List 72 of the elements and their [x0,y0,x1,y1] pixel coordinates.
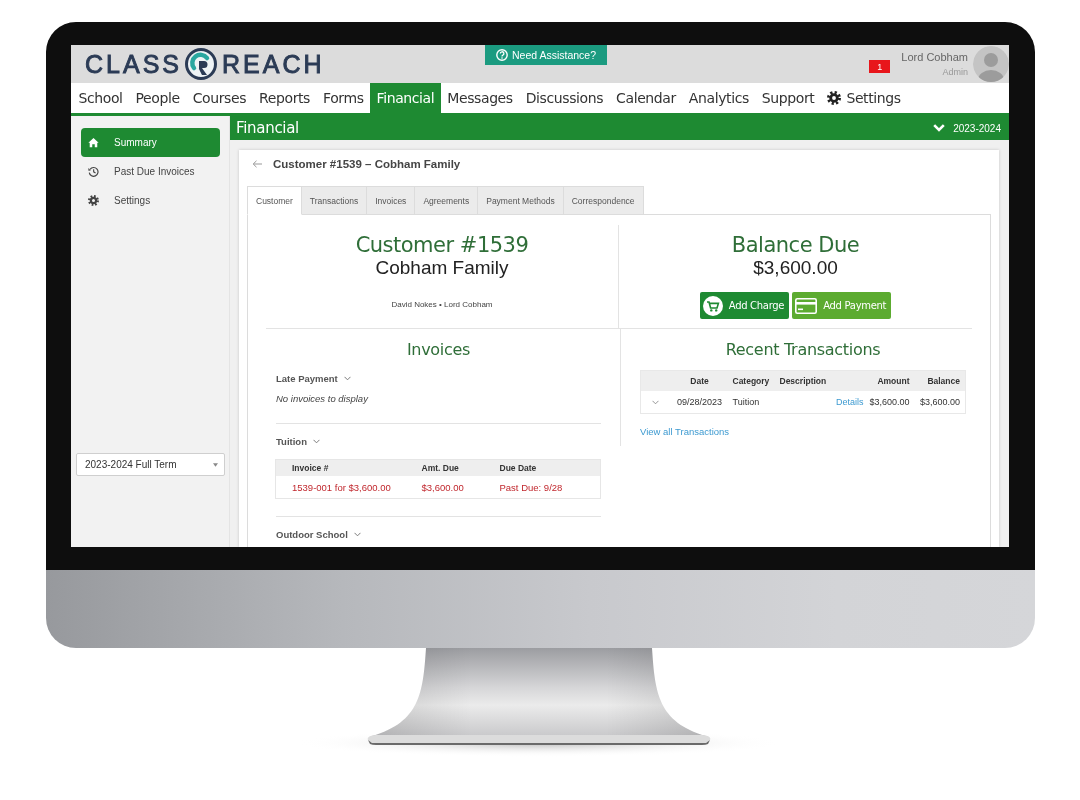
column-header: Due Date [499,459,601,476]
customer-name: Cobham Family [374,257,510,279]
history-icon [88,166,99,177]
section-toggle[interactable]: Late Payment [276,372,351,385]
tab[interactable]: Agreements [415,186,479,215]
table-cell: $3,600.00 [914,391,966,414]
nav-tab[interactable]: Forms [316,83,371,113]
column-header: Category [728,370,776,391]
user-name: Lord Cobham [901,50,968,64]
tab[interactable]: Correspondence [563,186,644,215]
tab[interactable]: Invoices [367,186,416,215]
cart-icon [702,295,723,316]
sidebar-item[interactable]: Summary [81,128,220,157]
nav-tab[interactable]: Courses [186,83,253,113]
sidebar-item[interactable]: Settings [81,186,220,215]
home-icon [88,137,99,148]
contact-names: David Nokes • Lord Cobham [390,300,494,310]
column-header: Amount [868,370,915,391]
chevron-down-icon [933,124,946,132]
chevron-down-icon [343,376,351,381]
gear-icon [827,91,842,105]
empty-message: No invoices to display [276,392,368,406]
nav-tab[interactable]: Financial [370,83,441,113]
column-header: Amt. Due [421,459,500,476]
nav-tab[interactable]: Settings [820,83,908,113]
transactions-heading: Recent Transactions [724,341,882,359]
table-cell: $3,600.00 [868,391,915,414]
user-role: Admin [942,66,968,78]
chevron-down-icon [353,532,361,537]
sidebar-item[interactable]: Past Due Invoices [81,157,220,186]
question-circle-icon [495,49,508,61]
tab[interactable]: Transactions [301,186,368,215]
gear-icon [88,195,99,206]
nav-tab[interactable]: Reports [252,83,317,113]
section-toggle[interactable]: Tuition [276,435,320,448]
nav-tab[interactable]: Analytics [682,83,756,113]
tab[interactable]: Customer [247,186,302,215]
customer-heading: Customer #1539 [354,233,530,257]
nav-tab[interactable]: Discussions [519,83,610,113]
term-select[interactable]: 2023-2024 Full Term [76,453,225,476]
chevron-down-icon[interactable] [652,400,660,406]
chevron-down-icon [312,439,320,444]
balance-heading: Balance Due [730,233,861,257]
back-arrow-icon[interactable] [252,160,262,168]
logo-text: CLASS [85,50,182,78]
table-cell: 1539-001 for $3,600.00 [275,476,422,499]
column-header: Invoice # [275,459,422,476]
table-cell: Past Due: 9/28 [499,476,601,499]
nav-tab[interactable]: Messages [440,83,520,113]
nav-tab[interactable]: Support [755,83,821,113]
nav-tab[interactable]: School [72,83,130,113]
alert-badge: 1 [869,60,891,73]
nav-tab[interactable]: People [129,83,187,113]
add-charge-button[interactable]: Add Charge [699,292,790,319]
credit-card-icon [795,297,818,314]
logo-text: REACH [222,50,325,78]
year-selector[interactable]: 2023-2024 [933,122,1001,134]
caret-icon [213,462,218,467]
table-cell: 09/28/2023 [670,391,729,414]
logo-icon [185,48,217,80]
table-cell: Tuition [728,391,776,414]
nav-tab[interactable]: Calendar [609,83,683,113]
table-cell: $3,600.00 [421,476,500,499]
section-title: Financial [236,119,299,137]
invoices-heading: Invoices [405,341,472,359]
tab[interactable]: Payment Methods [478,186,564,215]
section-toggle[interactable]: Outdoor School [276,528,361,541]
page-title: Customer #1539 – Cobham Family [273,158,461,170]
column-header: Balance [914,370,966,391]
column-header: Date [670,370,729,391]
column-header: Description [775,370,829,391]
balance-amount: $3,600.00 [752,257,839,279]
